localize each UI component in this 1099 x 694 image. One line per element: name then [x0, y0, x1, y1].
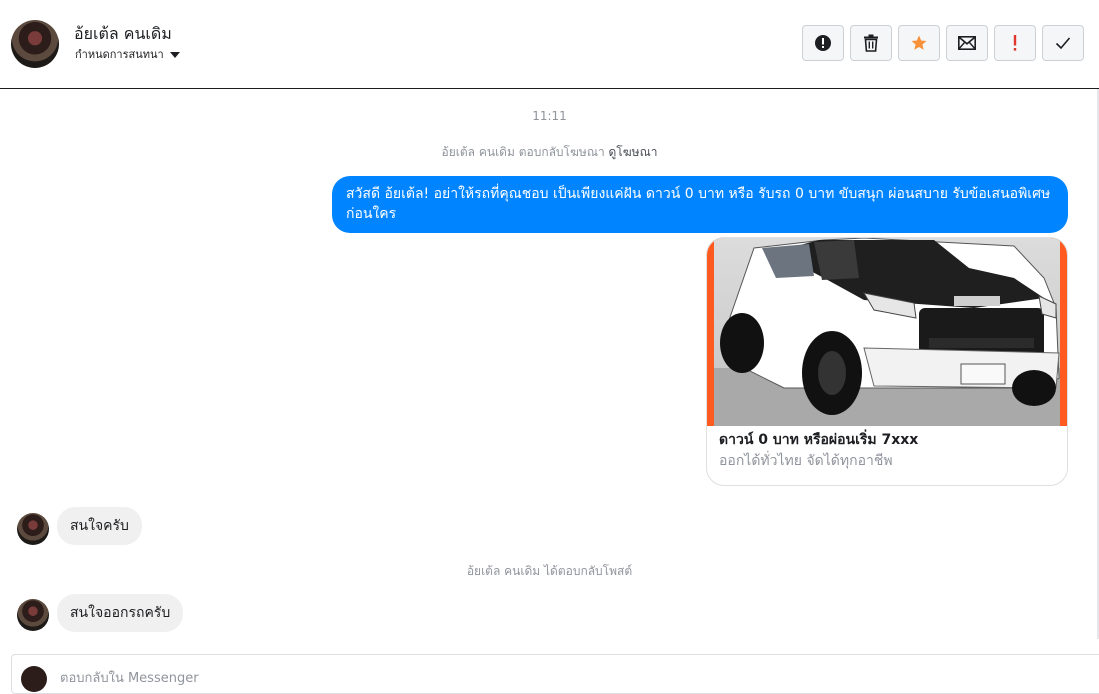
caret-down-icon [169, 52, 180, 58]
spam-button[interactable] [994, 25, 1036, 61]
trash-icon [864, 34, 878, 52]
ad-card-title: ดาวน์ 0 บาท หรือผ่อนเริ่ม 7xxx [719, 432, 919, 448]
ad-card-subtitle: ออกได้ทั่วไทย จัดได้ทุกอาชีพ [719, 453, 893, 469]
contact-name[interactable]: อ้ยเต้ล คนเดิม [74, 22, 172, 47]
pickup-truck-illustration [714, 238, 1060, 426]
reply-input-placeholder[interactable]: ตอบกลับใน Messenger [60, 667, 199, 688]
star-button[interactable] [898, 25, 940, 61]
page-avatar [21, 666, 47, 692]
mail-button[interactable] [946, 25, 988, 61]
ad-card[interactable]: ดาวน์ 0 บาท หรือผ่อนเริ่ม 7xxx ออกได้ทั่… [706, 237, 1068, 486]
incoming-message-bubble: สนใจออกรถครับ [57, 594, 184, 632]
mark-done-button[interactable] [1042, 25, 1084, 61]
view-ad-link[interactable]: ดูโฆษณา [609, 145, 658, 159]
star-icon [911, 35, 927, 50]
ad-card-image [707, 238, 1067, 426]
contact-avatar[interactable] [11, 20, 59, 68]
ad-reply-text: อ้ยเต้ล คนเดิม ตอบกลับโฆษณา [441, 145, 605, 159]
alert-button[interactable] [802, 25, 844, 61]
exclamation-icon [1013, 35, 1017, 51]
envelope-icon [958, 36, 976, 50]
car-photo [714, 238, 1060, 426]
alert-circle-icon [815, 35, 831, 51]
assign-conversation-label: กำหนดการสนทนา [75, 48, 164, 61]
message-timestamp: 11:11 [532, 109, 567, 123]
post-reply-notice: อ้ยเต้ล คนเดิม ได้ตอบกลับโพสต์ [466, 564, 633, 578]
incoming-message-bubble: สนใจครับ [57, 507, 142, 545]
contact-avatar-small [17, 599, 49, 631]
conversation-header: อ้ยเต้ล คนเดิม กำหนดการสนทนา [0, 0, 1099, 89]
ad-reply-notice: อ้ยเต้ล คนเดิม ตอบกลับโฆษณา ดูโฆษณา [0, 143, 1099, 162]
outgoing-message-bubble: สวัสดี อ้ยเต้ล! อย่าให้รถที่คุณชอบ เป็นเ… [332, 176, 1068, 233]
checkmark-icon [1055, 37, 1071, 50]
assign-conversation-dropdown[interactable]: กำหนดการสนทนา [75, 45, 180, 63]
contact-avatar-small [17, 513, 49, 545]
delete-button[interactable] [850, 25, 892, 61]
reply-composer[interactable]: ตอบกลับใน Messenger [11, 654, 1099, 694]
